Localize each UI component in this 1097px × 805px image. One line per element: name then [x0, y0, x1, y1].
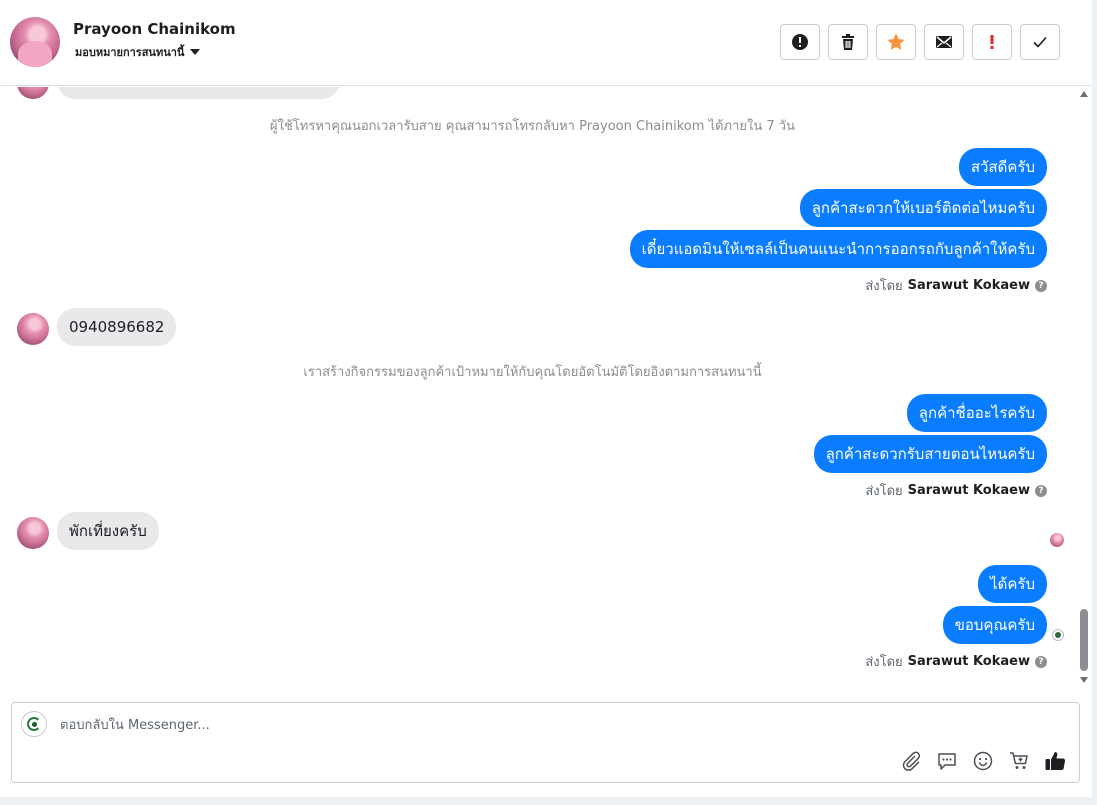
cart-button[interactable]: [1007, 749, 1031, 773]
saved-reply-icon: [938, 753, 956, 770]
scroll-down-arrow-icon[interactable]: [1080, 677, 1088, 683]
message-bubble-incoming[interactable]: พักเที่ยงครับ: [57, 512, 159, 550]
sent-by-label: ส่งโดย Sarawut Kokaew ?: [865, 651, 1047, 672]
delivered-page-icon: [1052, 629, 1064, 641]
message-bubble-outgoing[interactable]: สวัสดีครับ: [958, 148, 1047, 186]
sent-by-prefix: ส่งโดย: [865, 484, 903, 499]
trash-icon: [842, 34, 854, 50]
system-note: เราสร้างกิจกรรมของลูกค้าเป้าหมายให้กับคุ…: [303, 365, 762, 380]
caret-down-icon: [190, 49, 201, 55]
conversation-header: Prayoon Chainikom มอบหมายการสนทนานี้: [0, 0, 1092, 86]
emoji-icon: [973, 751, 993, 771]
attachment-button[interactable]: [899, 749, 923, 773]
delete-button[interactable]: [828, 24, 868, 60]
message-bubble-outgoing[interactable]: เดี๋ยวแอดมินให้เซลล์เป็นคนแนะนำการออกรถก…: [629, 230, 1047, 268]
page-logo-icon: [21, 711, 47, 737]
contact-avatar-small: [17, 313, 49, 345]
follow-up-button[interactable]: [972, 24, 1012, 60]
emoji-button[interactable]: [971, 749, 995, 773]
sent-by-prefix: ส่งโดย: [865, 655, 903, 670]
message-list[interactable]: ผู้ใช้โทรหาคุณนอกเวลารับสาย คุณสามารถโทร…: [0, 87, 1092, 693]
cart-icon: [1010, 752, 1028, 769]
message-list-scrollbar[interactable]: [1077, 87, 1091, 693]
reply-input[interactable]: [60, 713, 960, 737]
message-bubble-outgoing[interactable]: ลูกค้าสะดวกให้เบอร์ติดต่อไหมครับ: [799, 189, 1047, 227]
envelope-icon: [936, 36, 952, 48]
saved-reply-button[interactable]: [935, 749, 959, 773]
contact-avatar-small: [17, 517, 49, 549]
message-bubble-outgoing[interactable]: ลูกค้าชื่ออะไรครับ: [906, 394, 1047, 432]
agent-name: Sarawut Kokaew: [907, 278, 1030, 293]
done-button[interactable]: [1020, 24, 1060, 60]
sent-by-label: ส่งโดย Sarawut Kokaew ?: [865, 480, 1047, 501]
sent-by-label: ส่งโดย Sarawut Kokaew ?: [865, 275, 1047, 296]
assign-label: มอบหมายการสนทนานี้: [75, 46, 185, 59]
star-icon: [887, 33, 905, 50]
header-actions: [780, 24, 1060, 60]
alert-circle-icon: [792, 34, 808, 50]
exclamation-icon: [990, 35, 994, 49]
help-icon[interactable]: ?: [1035, 279, 1047, 292]
message-bubble-outgoing[interactable]: ได้ครับ: [978, 565, 1047, 603]
attachment-icon: [902, 751, 921, 771]
scrollbar-thumb[interactable]: [1080, 609, 1088, 671]
reply-composer: [11, 702, 1080, 783]
contact-name[interactable]: Prayoon Chainikom: [73, 20, 236, 38]
help-icon[interactable]: ?: [1035, 655, 1047, 668]
system-note: ผู้ใช้โทรหาคุณนอกเวลารับสาย คุณสามารถโทร…: [270, 119, 795, 134]
agent-name: Sarawut Kokaew: [907, 654, 1030, 669]
agent-name: Sarawut Kokaew: [907, 483, 1030, 498]
message-bubble-outgoing[interactable]: ขอบคุณครับ: [942, 606, 1047, 644]
help-icon[interactable]: ?: [1035, 484, 1047, 497]
like-button[interactable]: [1043, 749, 1067, 773]
composer-tools: [899, 749, 1067, 773]
check-icon: [1033, 36, 1047, 48]
scroll-up-arrow-icon[interactable]: [1080, 91, 1088, 97]
conversation-panel: Prayoon Chainikom มอบหมายการสนทนานี้ ผู้…: [0, 0, 1092, 797]
thumbs-up-icon: [1045, 752, 1066, 771]
message-bubble-incoming[interactable]: [57, 87, 340, 99]
star-button[interactable]: [876, 24, 916, 60]
seen-by-contact-avatar: [1050, 533, 1064, 547]
assign-conversation-dropdown[interactable]: มอบหมายการสนทนานี้: [75, 43, 201, 61]
mark-unread-button[interactable]: [924, 24, 964, 60]
contact-avatar[interactable]: [10, 17, 60, 67]
sent-by-prefix: ส่งโดย: [865, 279, 903, 294]
message-bubble-outgoing[interactable]: ลูกค้าสะดวกรับสายตอนไหนครับ: [813, 435, 1047, 473]
spam-button[interactable]: [780, 24, 820, 60]
message-bubble-incoming[interactable]: 0940896682: [57, 308, 177, 346]
contact-avatar-small: [17, 87, 49, 99]
